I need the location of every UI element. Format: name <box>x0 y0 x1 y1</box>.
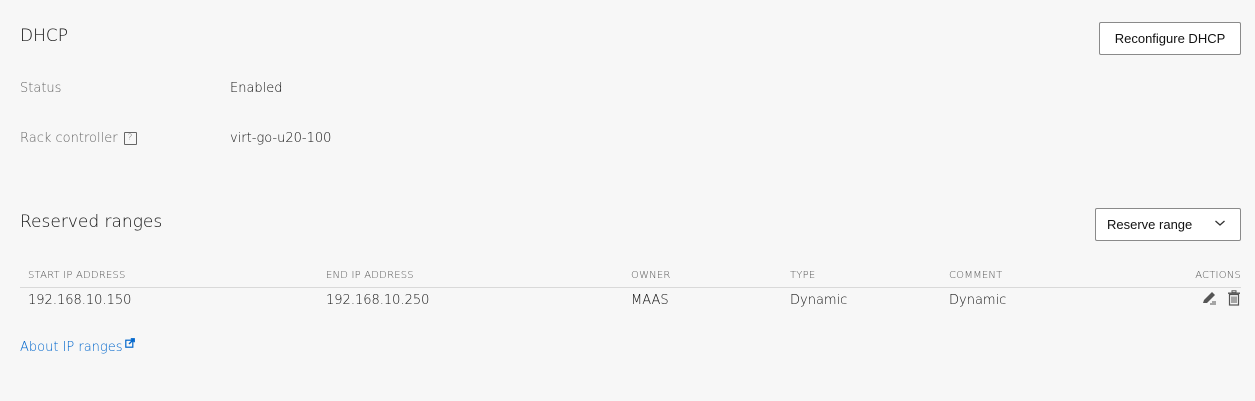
table-row: 192.168.10.150 192.168.10.250 MAAS Dynam… <box>20 287 1241 313</box>
reserved-ranges-title: Reserved ranges <box>20 212 163 232</box>
reserve-range-dropdown-button[interactable]: Reserve range <box>1095 208 1241 241</box>
comment-cell: Dynamic <box>949 292 1007 308</box>
rack-controller-label: Rack controller ? <box>20 131 137 146</box>
reserved-ranges-table: START IP ADDRESS END IP ADDRESS OWNER TY… <box>20 264 1241 313</box>
about-ip-ranges-link[interactable]: About IP ranges <box>20 338 135 355</box>
table-header-row: START IP ADDRESS END IP ADDRESS OWNER TY… <box>20 264 1241 288</box>
column-header-end-ip[interactable]: END IP ADDRESS <box>318 264 623 288</box>
reconfigure-dhcp-button[interactable]: Reconfigure DHCP <box>1099 22 1241 55</box>
reserve-range-label: Reserve range <box>1107 217 1193 232</box>
edit-icon[interactable] <box>1201 290 1217 306</box>
help-icon[interactable]: ? <box>123 132 137 145</box>
status-value: Enabled <box>230 81 283 96</box>
dhcp-title: DHCP <box>20 26 68 46</box>
column-header-comment[interactable]: COMMENT <box>941 264 1106 288</box>
delete-icon[interactable] <box>1227 290 1241 306</box>
about-ip-ranges-label: About IP ranges <box>20 340 123 355</box>
external-link-icon <box>124 338 135 348</box>
status-label: Status <box>20 81 61 96</box>
column-header-actions: ACTIONS <box>1105 264 1241 288</box>
status-label-text: Status <box>20 81 62 96</box>
end-ip-cell: 192.168.10.250 <box>326 292 430 308</box>
column-header-start-ip[interactable]: START IP ADDRESS <box>20 264 318 288</box>
actions-cell <box>1106 287 1241 313</box>
column-header-type[interactable]: TYPE <box>782 264 941 288</box>
rack-controller-value: virt-go-u20-100 <box>230 131 332 146</box>
column-header-owner[interactable]: OWNER <box>623 264 782 288</box>
rack-controller-label-text: Rack controller <box>20 131 118 146</box>
dhcp-panel: DHCP Reconfigure DHCP Status Enabled Rac… <box>0 0 1255 401</box>
chevron-down-icon <box>1215 220 1225 226</box>
type-cell: Dynamic <box>790 292 848 308</box>
owner-cell: MAAS <box>631 292 669 308</box>
start-ip-cell: 192.168.10.150 <box>28 292 132 308</box>
